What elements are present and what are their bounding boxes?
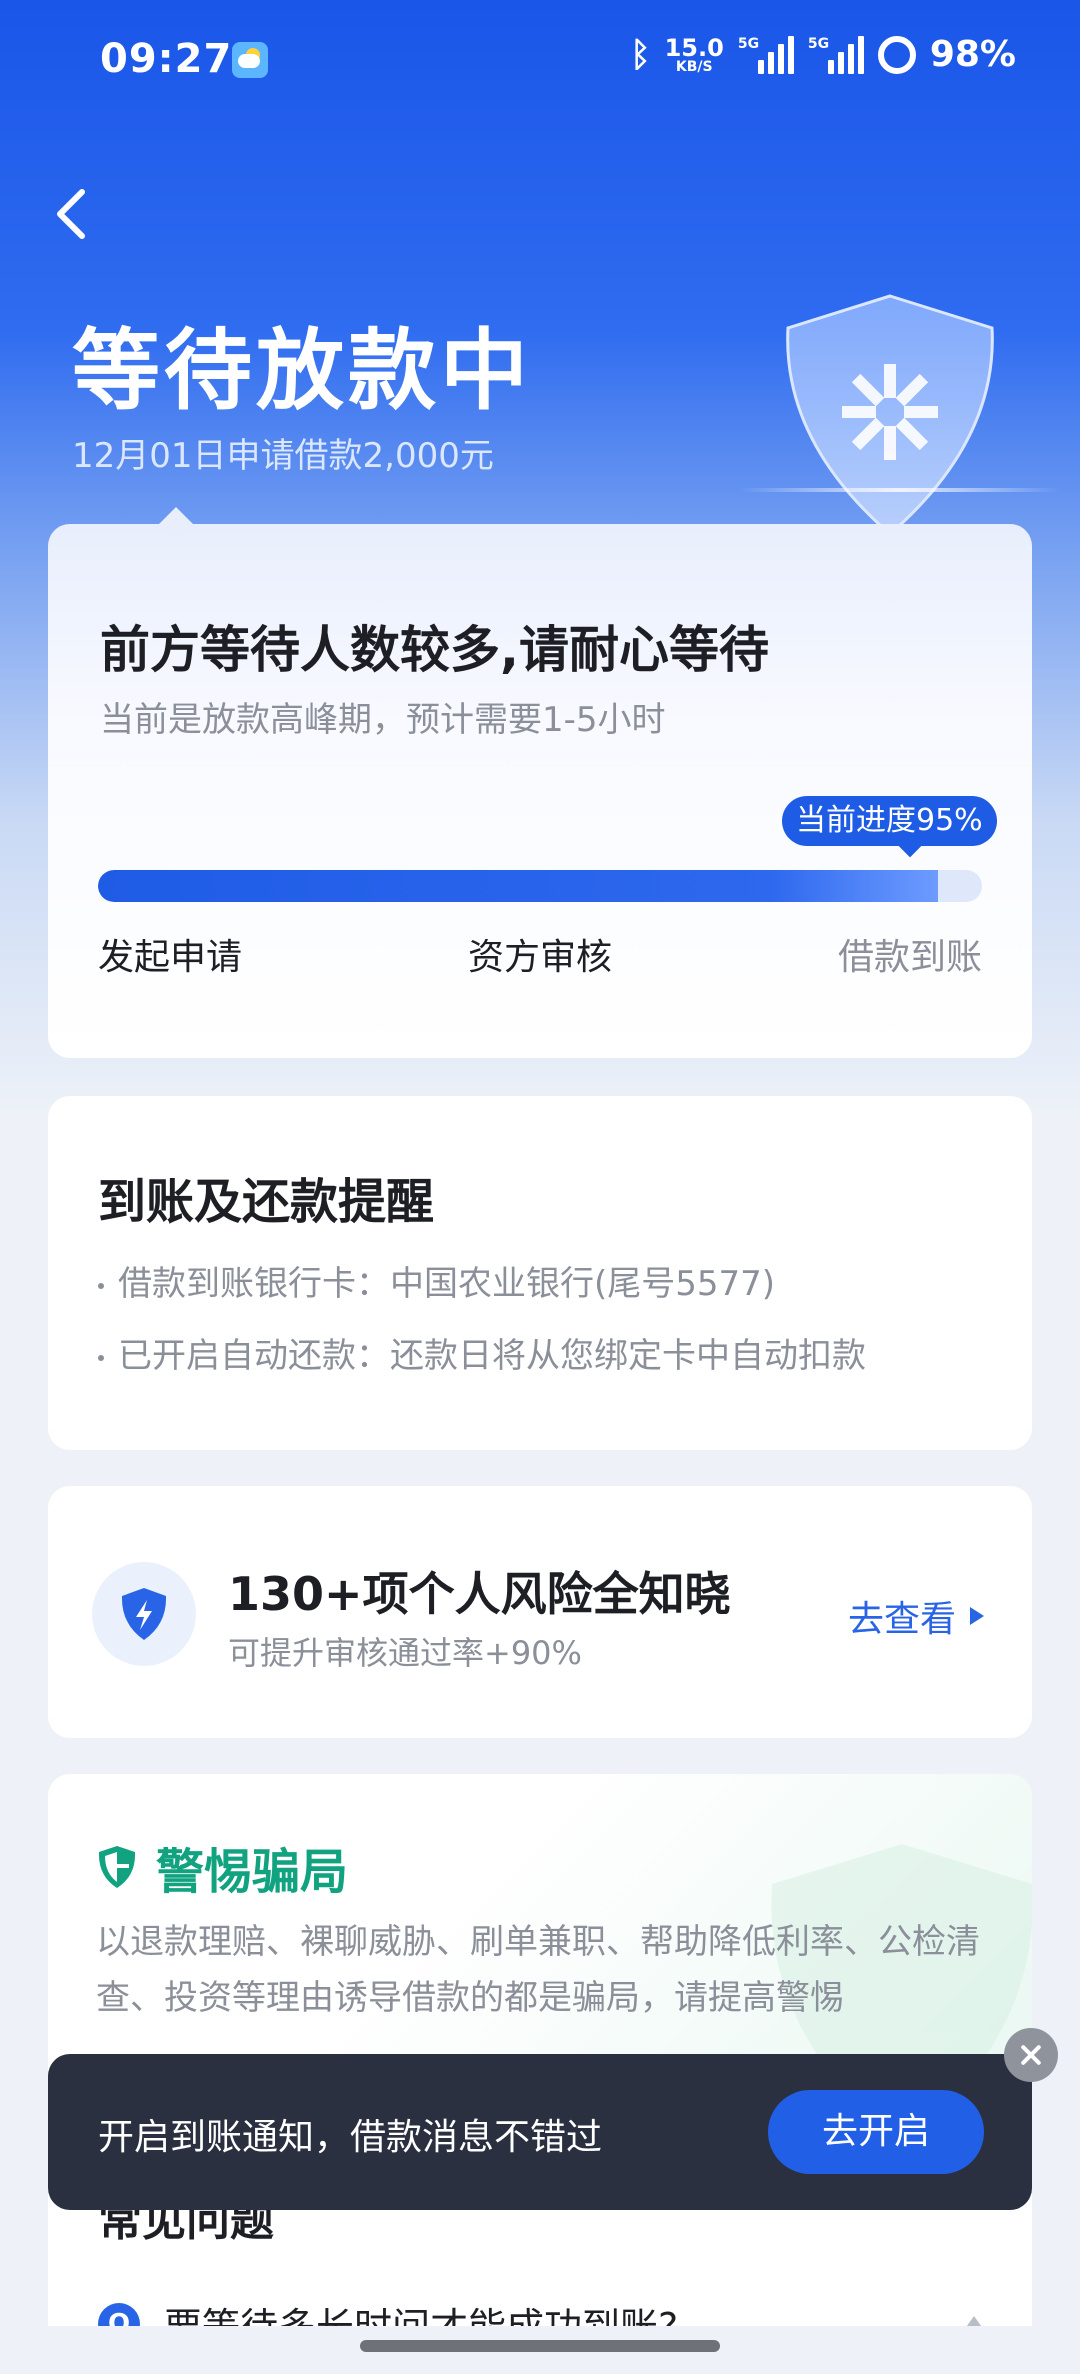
network-speed: 15.0 KB/S: [665, 36, 724, 74]
step-arrival: 借款到账: [837, 937, 982, 978]
back-arrow-icon[interactable]: [50, 184, 94, 244]
risk-title: 130+项个人风险全知晓: [228, 1567, 731, 1621]
progress-fill: [98, 870, 938, 902]
reminder-title: 到账及还款提醒: [98, 1174, 435, 1230]
reminder-auto-repay: 已开启自动还款：还款日将从您绑定卡中自动扣款: [98, 1328, 866, 1377]
progress-card: 前方等待人数较多,请耐心等待 当前是放款高峰期，预计需要1-5小时 当前进度95…: [48, 507, 1032, 1058]
signal-tag-2: 5G: [807, 35, 830, 52]
close-icon[interactable]: [1004, 2028, 1058, 2082]
battery-icon: [877, 35, 916, 74]
page-title: 等待放款中: [72, 319, 533, 422]
signal-icon-2: 5G: [807, 35, 864, 74]
status-time: 09:27: [100, 36, 233, 82]
page-subtitle: 12月01日申请借款2,000元: [72, 436, 494, 476]
reminder-bank-card-text: 借款到账银行卡：中国农业银行(尾号5577): [118, 1264, 776, 1304]
risk-shield-icon: [92, 1562, 196, 1666]
network-speed-value: 15.0: [664, 33, 724, 62]
reminder-card: 到账及还款提醒 借款到账银行卡：中国农业银行(尾号5577) 已开启自动还款：还…: [48, 1096, 1032, 1450]
reminder-auto-repay-text: 已开启自动还款：还款日将从您绑定卡中自动扣款: [118, 1336, 866, 1376]
weather-icon: [232, 42, 268, 78]
risk-card[interactable]: 130+项个人风险全知晓 可提升审核通过率+90% 去查看: [48, 1486, 1032, 1738]
play-arrow-icon: [970, 1607, 984, 1625]
progress-bar: [98, 870, 982, 902]
signal-icon: 5G: [737, 35, 794, 74]
battery-level: 98%: [929, 34, 1016, 75]
fraud-text: 以退款理赔、裸聊威胁、刷单兼职、帮助降低利率、公检清查、投资等理由诱导借款的都是…: [96, 1922, 980, 2018]
step-apply: 发起申请: [98, 937, 243, 978]
fraud-title: 警惕骗局: [156, 1844, 349, 1900]
progress-subtitle: 当前是放款高峰期，预计需要1-5小时: [100, 700, 666, 740]
status-icons: ᛒ 15.0 KB/S 5G 5G 98%: [630, 34, 1016, 75]
green-shield-icon: [98, 1846, 136, 1888]
status-bar: 09:27 ᛒ 15.0 KB/S 5G 5G 98%: [0, 0, 1080, 120]
network-speed-unit: KB/S: [675, 58, 713, 75]
toast-message: 开启到账通知，借款消息不错过: [98, 2117, 603, 2158]
bluetooth-icon: ᛒ: [630, 34, 651, 75]
step-review: 资方审核: [468, 937, 613, 978]
shield-decoration-icon: [786, 294, 994, 536]
shield-glow: [740, 488, 1060, 492]
home-indicator[interactable]: [360, 2340, 720, 2352]
enable-notification-button[interactable]: 去开启: [768, 2090, 984, 2174]
fraud-title-row: 警惕骗局: [96, 1832, 348, 1902]
progress-badge: 当前进度95%: [782, 796, 997, 846]
progress-title: 前方等待人数较多,请耐心等待: [100, 621, 769, 679]
reminder-bank-card: 借款到账银行卡：中国农业银行(尾号5577): [98, 1256, 775, 1305]
risk-subtitle: 可提升审核通过率+90%: [228, 1634, 582, 1672]
notification-toast: 开启到账通知，借款消息不错过 去开启: [48, 2054, 1032, 2210]
view-risk-link[interactable]: 去查看: [848, 1590, 984, 1642]
signal-tag: 5G: [737, 35, 760, 52]
view-risk-label: 去查看: [847, 1599, 956, 1640]
